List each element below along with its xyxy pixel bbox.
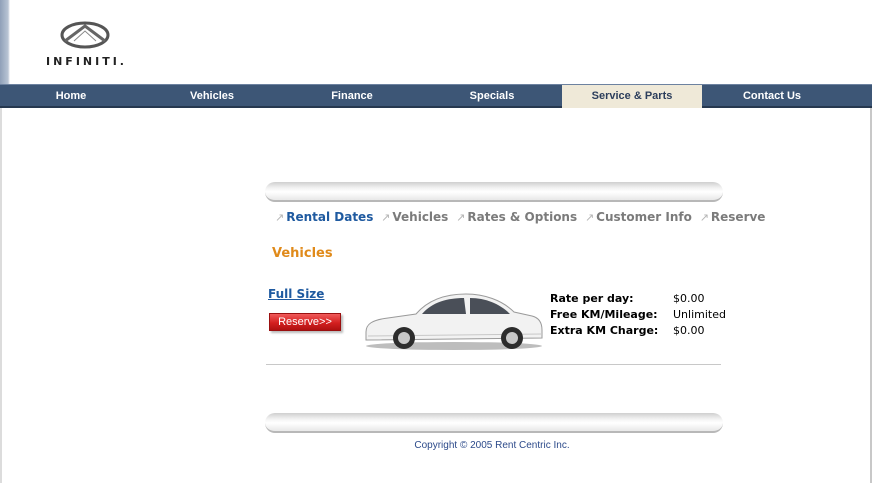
- header-panel: INFINITI.: [10, 5, 870, 81]
- nav-home[interactable]: Home: [0, 85, 142, 108]
- site-header: INFINITI.: [0, 0, 872, 84]
- rates-table: Rate per day: $0.00 Free KM/Mileage: Unl…: [550, 292, 730, 340]
- rate-row: Free KM/Mileage: Unlimited: [550, 308, 730, 324]
- reserve-button[interactable]: Reserve>>: [269, 313, 341, 331]
- step-rental-dates[interactable]: ↗ Rental Dates: [275, 210, 373, 224]
- nav-specials[interactable]: Specials: [422, 85, 562, 108]
- rate-label: Extra KM Charge:: [550, 324, 659, 337]
- sedan-car-image: [365, 293, 543, 350]
- brand-logo-text: INFINITI.: [46, 55, 127, 68]
- arrow-up-right-icon: ↗: [699, 211, 709, 224]
- rate-row: Rate per day: $0.00: [550, 292, 730, 308]
- left-border: [0, 108, 2, 483]
- main-nav: Home Vehicles Finance Specials Service &…: [0, 84, 872, 108]
- vehicle-class-link[interactable]: Full Size: [268, 287, 324, 301]
- nav-contact-us[interactable]: Contact Us: [702, 85, 842, 108]
- nav-vehicles[interactable]: Vehicles: [142, 85, 282, 108]
- step-rates-options[interactable]: ↗ Rates & Options: [456, 210, 577, 224]
- rate-value: Unlimited: [673, 308, 726, 321]
- content-bottom-bar: [265, 413, 723, 433]
- content-divider: [266, 364, 721, 365]
- rate-row: Extra KM Charge: $0.00: [550, 324, 730, 340]
- step-vehicles[interactable]: ↗ Vehicles: [381, 210, 448, 224]
- step-customer-info[interactable]: ↗ Customer Info: [585, 210, 692, 224]
- infiniti-emblem-icon: [60, 21, 110, 49]
- rate-value: $0.00: [673, 324, 705, 337]
- nav-finance[interactable]: Finance: [282, 85, 422, 108]
- rate-label: Rate per day:: [550, 292, 634, 305]
- section-title: Vehicles: [272, 246, 333, 261]
- arrow-up-right-icon: ↗: [584, 211, 595, 224]
- rate-label: Free KM/Mileage:: [550, 308, 658, 321]
- copyright-text: Copyright © 2005 Rent Centric Inc.: [414, 440, 570, 451]
- nav-service-parts[interactable]: Service & Parts: [562, 85, 702, 108]
- brand-logo[interactable]: INFINITI.: [38, 21, 138, 71]
- arrow-up-right-icon: ↗: [275, 211, 285, 224]
- content-top-bar: [265, 182, 723, 202]
- booking-steps: ↗ Rental Dates ↗ Vehicles ↗ Rates & Options…: [275, 210, 769, 226]
- arrow-up-right-icon: ↗: [456, 211, 466, 224]
- arrow-up-right-icon: ↗: [381, 211, 391, 224]
- step-reserve[interactable]: ↗ Reserve: [700, 210, 766, 224]
- rate-value: $0.00: [673, 292, 705, 305]
